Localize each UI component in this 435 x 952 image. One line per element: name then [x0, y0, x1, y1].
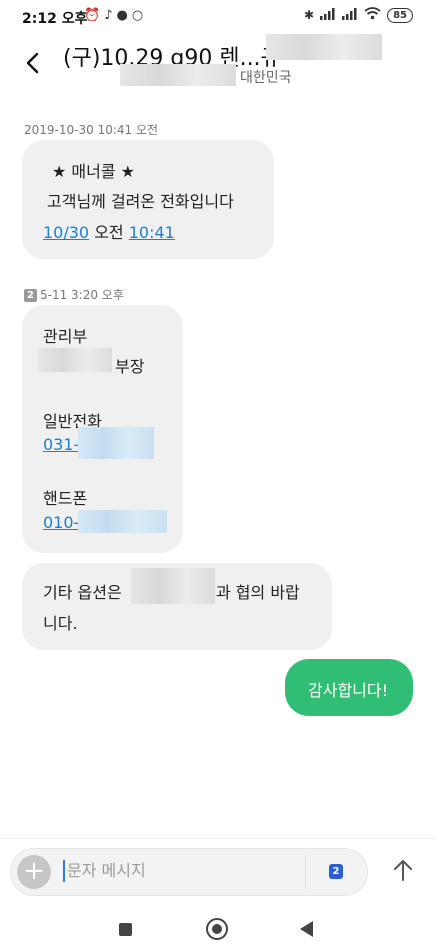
conversation-header: (구)10.29 g90 렌...규 대한민국	[0, 34, 435, 100]
incoming-message-bubble[interactable]: ★ 매너콜 ★ 고객님께 걸려온 전화입니다 10/30 오전 10:41	[22, 140, 274, 259]
signal-icon	[342, 7, 358, 23]
message-timestamp: 2019-10-30 10:41 오전	[24, 123, 159, 137]
composer-pill: + 문자 메시지 2	[10, 848, 368, 896]
status-system-icons: ✱ 85	[304, 7, 413, 23]
redacted-title-blur	[266, 34, 382, 60]
message-line: 기타 옵션은	[43, 583, 122, 602]
department-text: 관리부	[43, 327, 88, 346]
battery-indicator: 85	[387, 7, 413, 23]
message-line: 니다.	[43, 614, 78, 633]
message-datetime-line: 10/30 오전 10:41	[43, 219, 175, 243]
back-icon[interactable]	[300, 921, 313, 937]
send-button[interactable]	[386, 853, 420, 887]
recent-apps-icon[interactable]	[119, 923, 132, 936]
alarm-icon: ⏰	[84, 8, 105, 23]
message-input[interactable]: 문자 메시지	[63, 860, 146, 882]
back-button[interactable]	[18, 48, 48, 78]
chat-icon: ●	[116, 8, 132, 23]
redacted-name-blur	[38, 348, 112, 372]
circle-icon: ○	[131, 8, 148, 23]
tiktok-icon: ♪	[104, 8, 117, 23]
conversation-subtitle: 대한민국	[240, 70, 292, 86]
ampm-text: 오전	[94, 223, 124, 242]
redacted-number-blur	[120, 64, 236, 86]
date-link[interactable]: 10/30	[43, 223, 89, 242]
message-line: 감사합니다!	[308, 681, 389, 700]
sim-select-button[interactable]: 2	[329, 864, 343, 879]
status-time: 2:12 오후	[22, 11, 88, 27]
signal-icon	[320, 7, 336, 23]
sim-badge: 2	[24, 289, 37, 302]
redacted-mobile-blur	[78, 510, 167, 533]
home-icon[interactable]	[206, 918, 228, 940]
composer-divider	[305, 855, 306, 889]
message-timestamp: 2 5-11 3:20 오후	[24, 286, 124, 303]
message-composer: + 문자 메시지 2	[0, 838, 435, 903]
redacted-text-blur	[131, 568, 215, 604]
chevron-left-icon	[26, 52, 39, 74]
message-line: 과 협의 바랍	[216, 583, 300, 602]
redacted-phone-blur	[78, 427, 154, 459]
status-notification-icons: ⏰♪●○	[84, 8, 147, 23]
position-text: 부장	[115, 357, 145, 376]
outgoing-message-bubble[interactable]: 감사합니다!	[285, 659, 413, 716]
message-line: ★ 매너콜 ★	[52, 162, 136, 181]
bluetooth-icon: ✱	[304, 8, 315, 22]
time-link[interactable]: 10:41	[129, 223, 175, 242]
message-line: 고객님께 걸려온 전화입니다	[47, 192, 234, 211]
mobile-link-row: 010-	[43, 513, 79, 532]
phone-link-row: 031-	[43, 435, 79, 454]
arrow-up-icon	[394, 860, 412, 881]
navigation-bar	[0, 904, 435, 952]
wifi-icon	[364, 7, 381, 23]
phone-link[interactable]: 031-	[43, 435, 79, 454]
incoming-message-bubble[interactable]: 관리부 부장 일반전화 031- 핸드폰 010-	[22, 305, 183, 553]
mobile-label: 핸드폰	[43, 489, 88, 508]
status-bar: 2:12 오후 ⏰♪●○ ✱ 85	[0, 0, 435, 34]
timestamp-text: 5-11 3:20 오후	[40, 288, 124, 302]
mobile-link[interactable]: 010-	[43, 513, 79, 532]
incoming-message-bubble[interactable]: 기타 옵션은 과 협의 바랍 니다.	[22, 563, 332, 650]
plus-icon: +	[23, 856, 45, 886]
attach-button[interactable]: +	[17, 855, 51, 889]
